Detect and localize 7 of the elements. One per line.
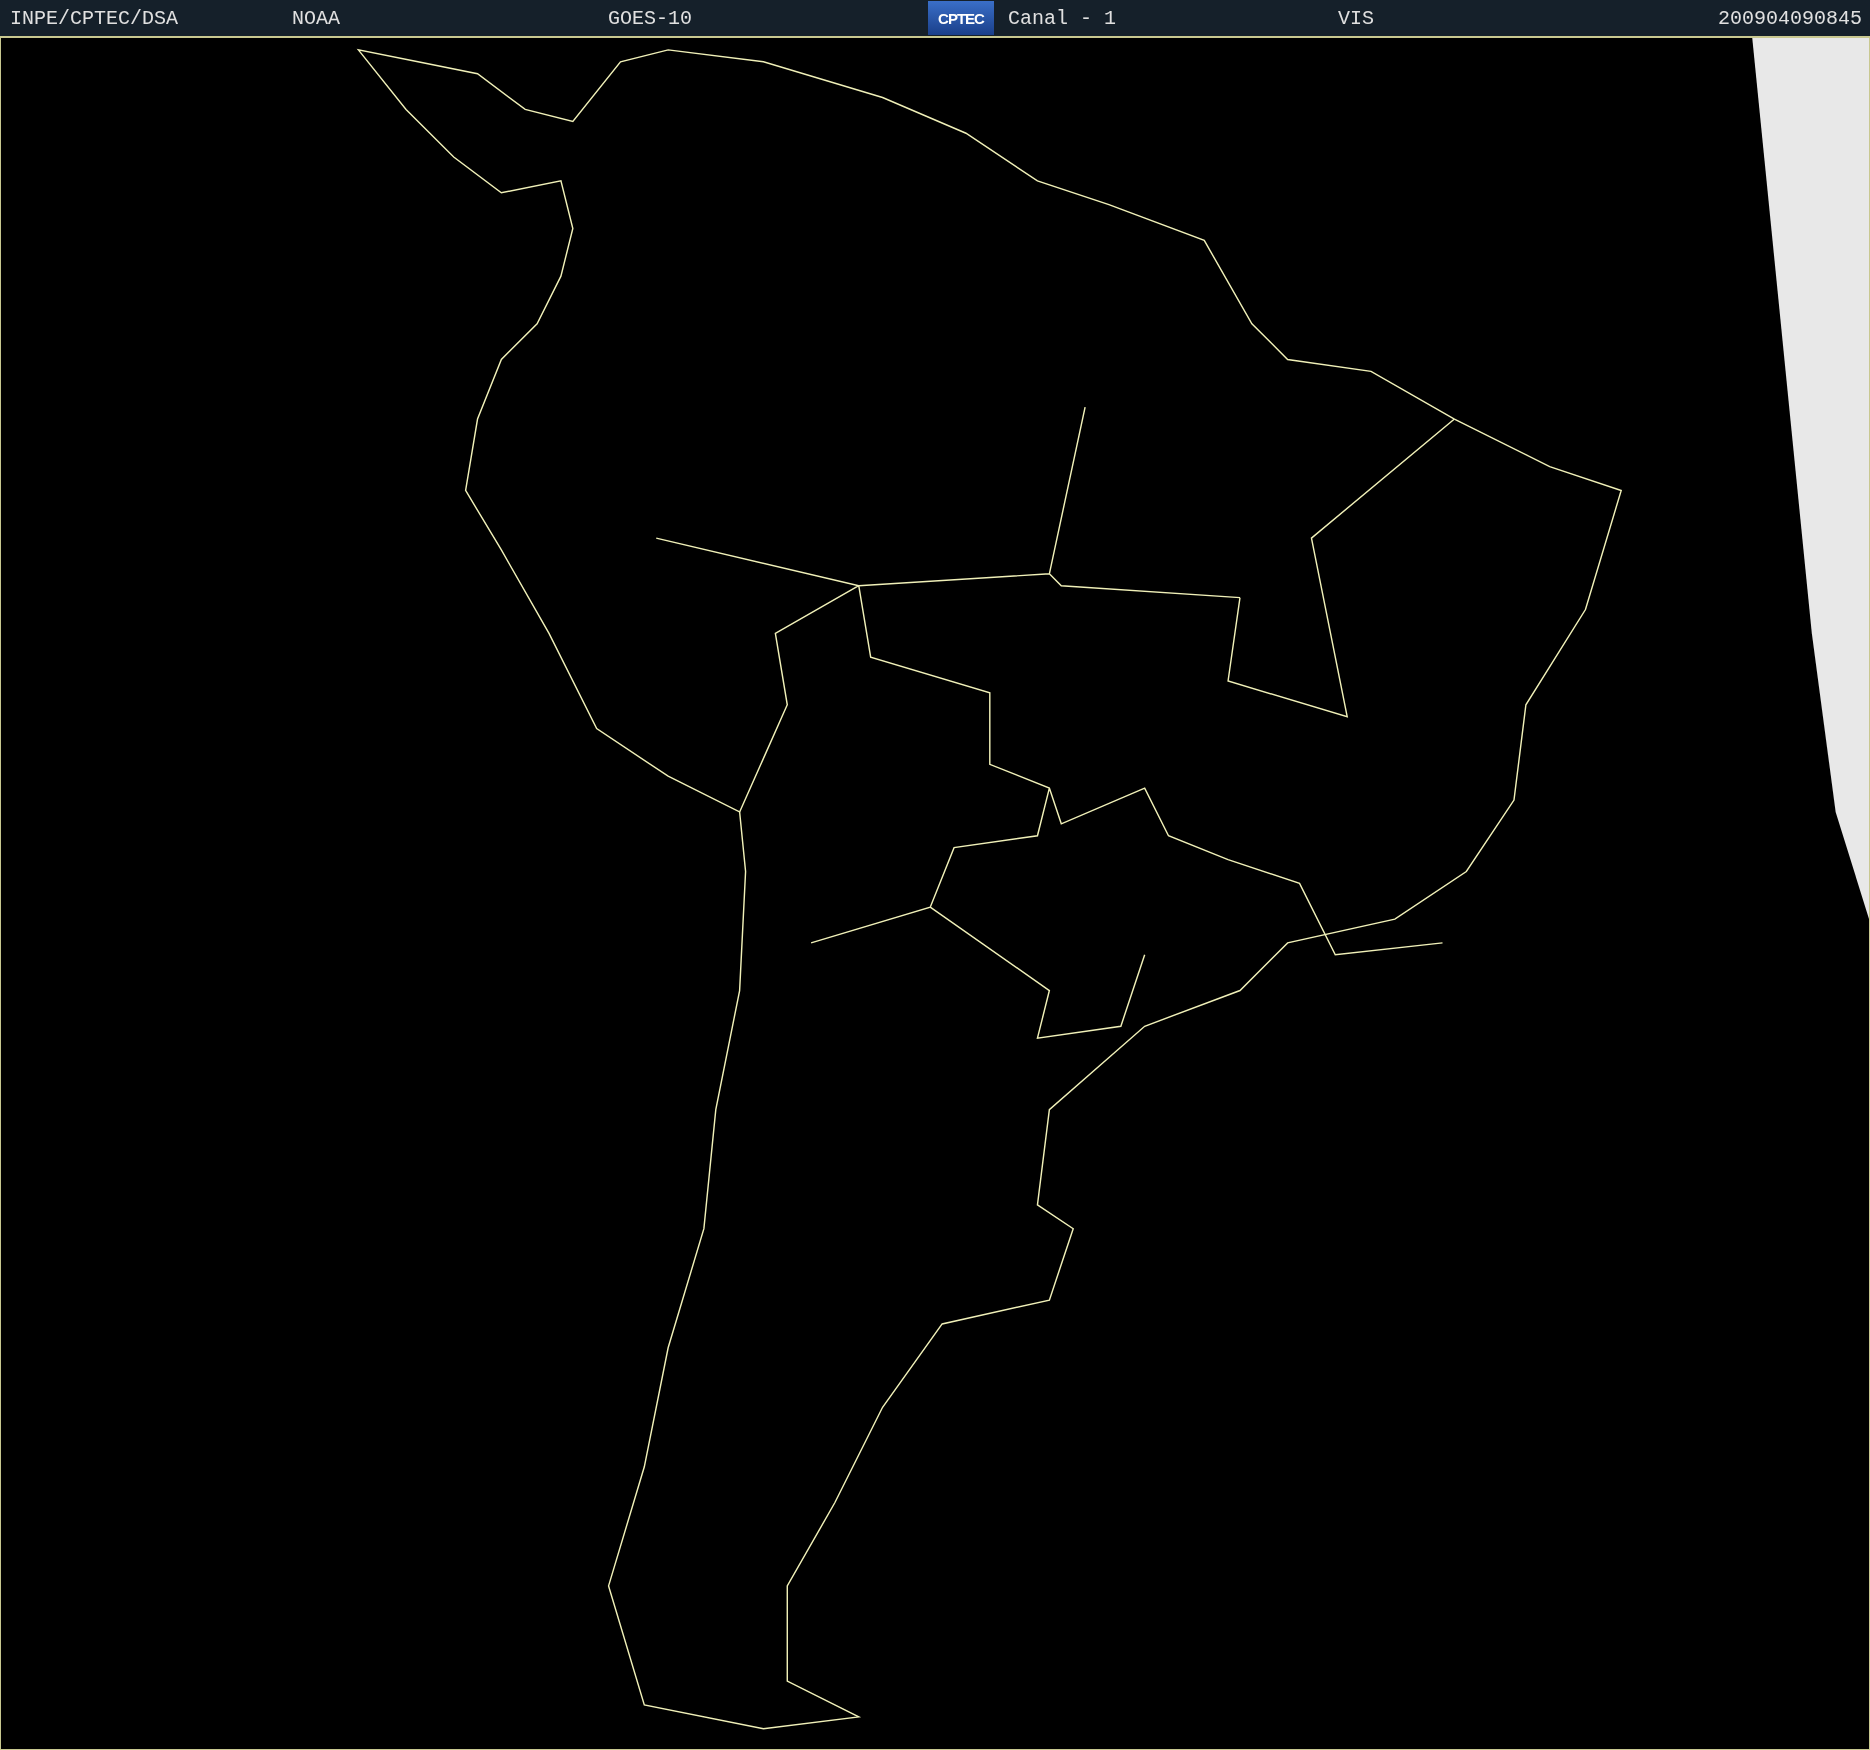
band-label: VIS <box>1338 6 1375 30</box>
source-label: NOAA <box>292 6 341 30</box>
agency-label: INPE/CPTEC/DSA <box>10 6 180 30</box>
satellite-label: GOES-10 <box>608 6 693 30</box>
timestamp: 200904090845 <box>1718 6 1863 30</box>
channel-label: Canal - 1 <box>1008 6 1118 30</box>
logo: CPTEC <box>928 1 994 35</box>
